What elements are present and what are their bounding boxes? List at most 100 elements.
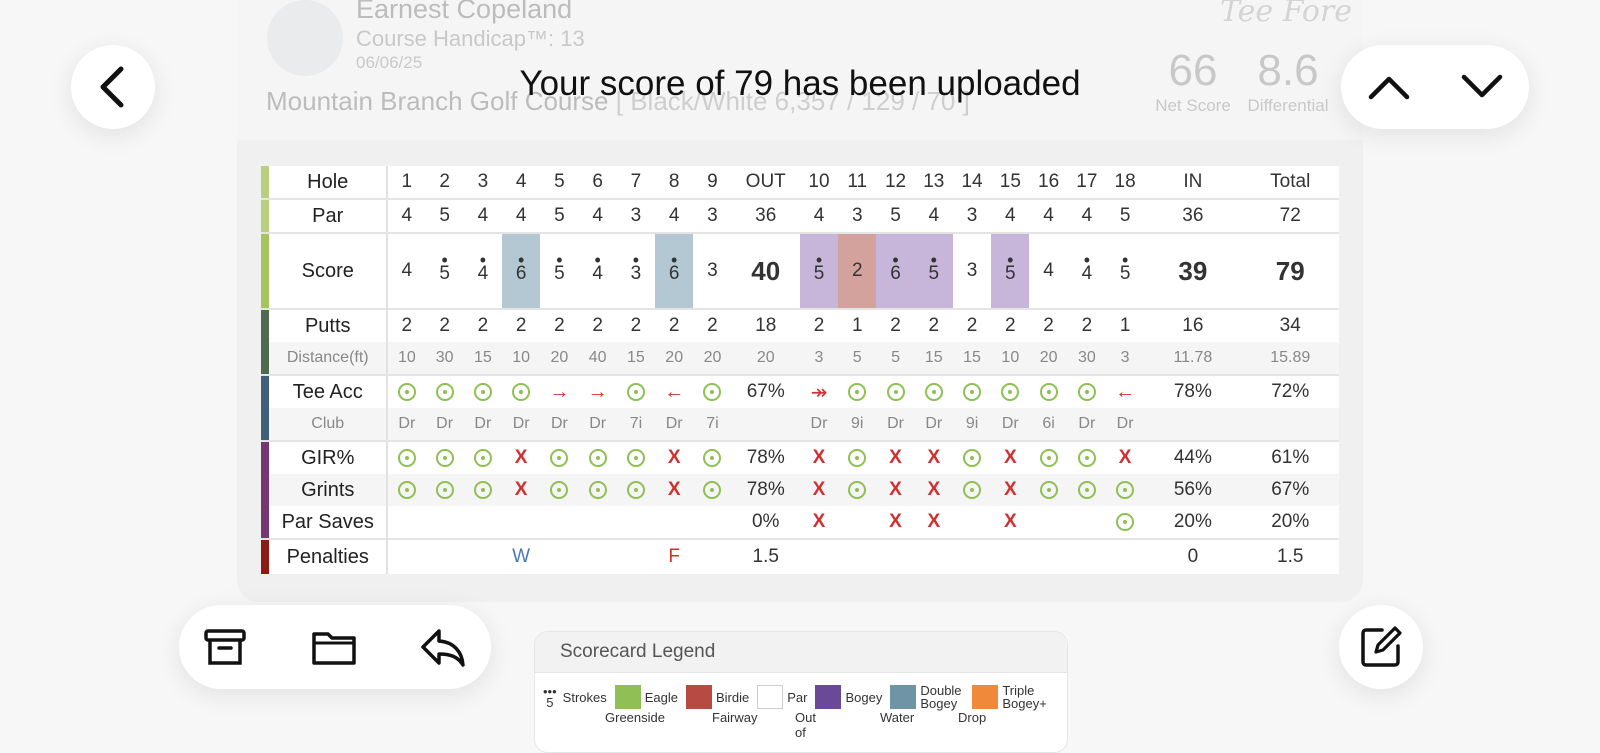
hole-cell: 16 [1029, 166, 1068, 200]
par-saves-cell [540, 506, 579, 540]
penalty-fairway: F [655, 539, 693, 574]
reply-button[interactable] [419, 623, 467, 671]
distance-cell: 10 [991, 342, 1030, 376]
score-value: 40 [751, 255, 781, 286]
club-cell: Dr [655, 408, 694, 442]
miss-icon: X [889, 511, 902, 532]
hit-icon [703, 480, 722, 499]
legend-row: ••• 5 Strokes Eagle Birdie Par Bogey Doub… [543, 684, 1052, 710]
grints-cell: X [800, 474, 838, 506]
score-cell: • 4 [1067, 233, 1106, 310]
archive-button[interactable] [201, 623, 249, 671]
hole-cell: 18 [1105, 166, 1145, 200]
hit-icon [397, 448, 416, 467]
par-cell: 4 [799, 199, 839, 234]
hole-cell: 8 [655, 166, 694, 200]
putts-cell: 2 [813, 315, 825, 336]
row-color-strip [261, 309, 270, 342]
gir-cell: X [800, 441, 838, 474]
par-cell: 3 [693, 199, 732, 234]
club-cell: Dr [387, 408, 426, 442]
par-saves-out: 0% [731, 506, 800, 540]
score-cell: • 5 [1105, 233, 1145, 310]
score-value: 5 [1119, 263, 1131, 284]
scorecard-legend: Scorecard Legend ••• 5 Strokes Eagle Bird… [534, 631, 1068, 753]
putts-cell: 2 [668, 315, 680, 336]
penalties-cell [915, 539, 953, 574]
hit-icon [963, 448, 982, 467]
club-row-label: Club [269, 408, 389, 442]
grints-cell [1029, 474, 1067, 506]
compose-button[interactable] [1339, 605, 1423, 689]
hit-icon [588, 480, 607, 499]
par-saves-cell [952, 506, 992, 540]
legend-triple-bogey-swatch [972, 685, 999, 709]
grints-cell [1068, 474, 1106, 506]
previous-button[interactable] [1361, 59, 1417, 115]
score-cell: • 4 [578, 233, 617, 310]
score-cell: • 5 [799, 233, 839, 310]
legend-birdie: Birdie [715, 689, 750, 705]
fairway-penalty-mark: F [668, 546, 680, 567]
tee-acc-total: 72% [1271, 381, 1310, 402]
par-saves-cell [1105, 506, 1145, 540]
club-cell: Dr [799, 408, 839, 442]
club-cell: 9i [952, 408, 992, 442]
score-value: 2 [851, 260, 863, 281]
putts-row: Putts 2 2 2 2 2 2 2 2 2 18 2 1 2 2 2 2 2 2 1 16 34 [261, 309, 1339, 342]
tee-acc-cell [953, 375, 991, 408]
gir-cell: X [655, 441, 693, 474]
gir-cell: X [876, 441, 914, 474]
putts-cell: 2 [477, 315, 489, 336]
distance-cell: 20 [693, 342, 732, 376]
putts-cell: 18 [755, 315, 777, 336]
hole-cell: OUT [731, 166, 800, 200]
hole-cell: 9 [693, 166, 732, 200]
hole-cell: 4 [502, 166, 541, 200]
hit-icon [435, 382, 454, 401]
grints-cell [425, 474, 463, 506]
legend-out-of: Out of [795, 710, 816, 740]
club-cell: Dr [540, 408, 579, 442]
par-saves-in: 20% [1144, 506, 1242, 540]
hole-cell: 5 [540, 166, 579, 200]
penalties-cell [838, 539, 876, 574]
putts-cell: 2 [515, 315, 527, 336]
distance-cell: 20 [1029, 342, 1068, 376]
legend-strokes-number: 5 [546, 695, 554, 710]
gir-cell: X [915, 441, 953, 474]
miss-left-icon: ← [1115, 380, 1136, 403]
penalties-cell [617, 539, 655, 574]
legend-par: Par [787, 689, 808, 705]
score-value: 4 [592, 263, 603, 284]
distance-row-label: Distance(ft) [269, 342, 389, 376]
back-button[interactable] [71, 45, 155, 129]
score-cell: • 6 [655, 233, 694, 310]
par-cell: 3 [952, 199, 992, 234]
grints-total: 67% [1271, 479, 1310, 500]
actions-bar [179, 605, 491, 689]
tee-acc-in: 78% [1173, 381, 1212, 402]
hole-cell: 10 [799, 166, 839, 200]
folder-button[interactable] [310, 623, 358, 671]
grints-cell [1106, 474, 1144, 506]
next-button[interactable] [1454, 59, 1510, 115]
score-value: 5 [813, 263, 825, 284]
club-cell: Dr [1105, 408, 1145, 442]
par-saves-cell: X [914, 506, 953, 540]
penalties-total: 1.5 [1277, 546, 1304, 567]
legend-water: Water [880, 710, 915, 725]
score-cell: 4 [1029, 233, 1068, 310]
distance-cell: 40 [578, 342, 617, 376]
hit-icon [963, 382, 982, 401]
score-cell: • 5 [540, 233, 579, 310]
legend-birdie-swatch [685, 685, 712, 709]
miss-icon: X [1003, 511, 1017, 532]
tee-acc-cell [1068, 375, 1106, 408]
par-cell: 5 [540, 199, 579, 234]
hit-icon [848, 382, 867, 401]
gir-row-label: GIR% [269, 441, 389, 474]
score-cell: • 4 [463, 233, 502, 310]
tee-acc-cell: → [579, 375, 617, 408]
tee-acc-cell [425, 375, 463, 408]
